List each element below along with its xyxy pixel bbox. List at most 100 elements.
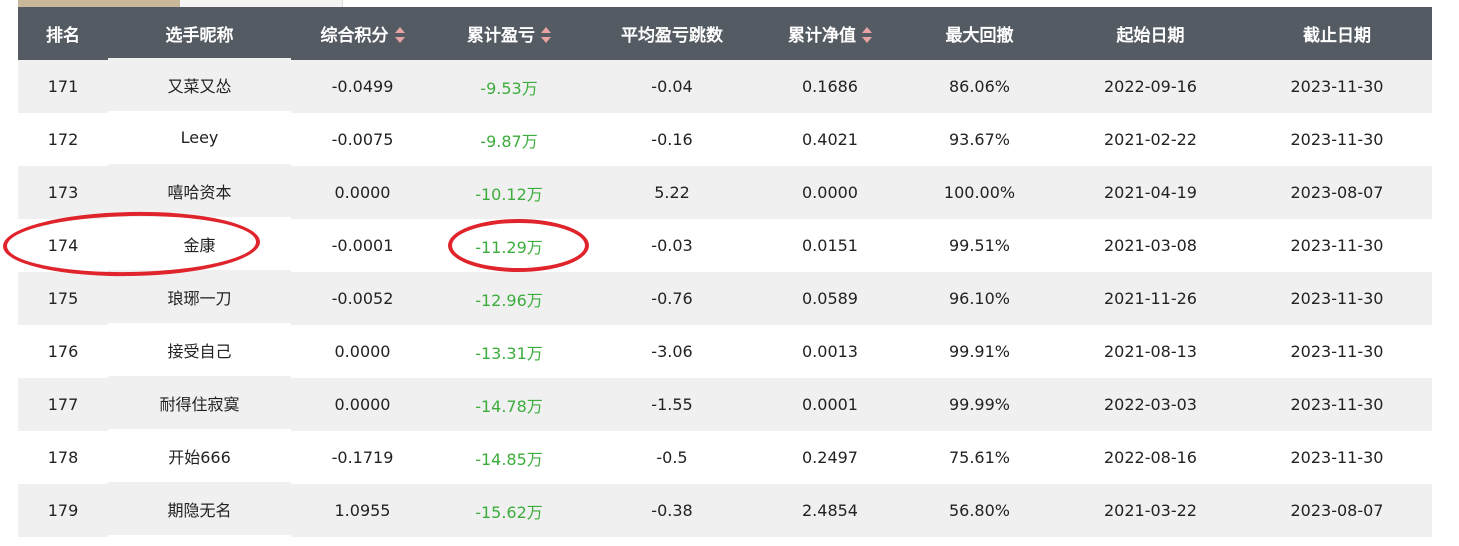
cell-end-date: 2023-11-30: [1290, 448, 1384, 467]
cell-max-drawdown: 99.51%: [948, 236, 1010, 255]
cell-cumulative-pnl: -14.78万: [475, 396, 543, 416]
cell-max-drawdown: 99.99%: [948, 395, 1010, 414]
cell-nav: 0.2497: [802, 448, 858, 467]
header-score[interactable]: 综合积分: [291, 7, 434, 60]
cell-avg-ticks: -0.03: [651, 236, 693, 255]
cell-max-drawdown: 99.91%: [948, 342, 1010, 361]
cell-start-date: 2021-11-26: [1104, 289, 1197, 308]
cell-cumulative-pnl: -12.96万: [475, 290, 543, 310]
cell-cumulative-pnl: -11.29万: [475, 237, 543, 257]
sort-updown-icon[interactable]: [541, 27, 551, 43]
cell-nickname[interactable]: 接受自己: [108, 323, 291, 376]
cell-cumulative-pnl: -10.12万: [475, 184, 543, 204]
cell-end-date: 2023-11-30: [1290, 289, 1384, 308]
cell-score: -0.0499: [331, 77, 394, 96]
ranking-table: 排名 选手昵称 综合积分 累计盈亏 平均盈亏跳数 累计净值 最大回撤 起始日期 …: [18, 7, 1432, 537]
cell-start-date: 2022-03-03: [1104, 395, 1197, 414]
cell-end-date: 2023-11-30: [1290, 395, 1384, 414]
cell-max-drawdown: 75.61%: [948, 448, 1010, 467]
cell-start-date: 2021-03-08: [1104, 236, 1197, 255]
cell-score: 1.0955: [334, 501, 391, 520]
table-row: 177 耐得住寂寞 0.0000 -14.78万 -1.55 0.0001 99…: [18, 378, 1432, 431]
cell-end-date: 2023-08-07: [1290, 501, 1384, 520]
cell-score: -0.0001: [331, 236, 394, 255]
cell-nav: 0.0013: [802, 342, 858, 361]
cell-end-date: 2023-11-30: [1290, 236, 1384, 255]
cell-cumulative-pnl: -15.62万: [475, 502, 543, 522]
cell-avg-ticks: -1.55: [651, 395, 693, 414]
cell-avg-ticks: -0.16: [651, 130, 693, 149]
cell-rank: 179: [47, 501, 79, 520]
cell-nav: 0.0000: [802, 183, 858, 202]
cell-rank: 178: [47, 448, 79, 467]
cell-nickname[interactable]: Leey: [108, 111, 291, 164]
cell-rank: 171: [47, 77, 79, 96]
cell-end-date: 2023-11-30: [1290, 77, 1384, 96]
tab-inactive[interactable]: [180, 0, 343, 7]
table-row: 173 嘻哈资本 0.0000 -10.12万 5.22 0.0000 100.…: [18, 166, 1432, 219]
cell-cumulative-pnl: -9.53万: [480, 78, 538, 98]
table-row: 179 期隐无名 1.0955 -15.62万 -0.38 2.4854 56.…: [18, 484, 1432, 537]
table-row: 176 接受自己 0.0000 -13.31万 -3.06 0.0013 99.…: [18, 325, 1432, 378]
header-avg-ticks: 平均盈亏跳数: [621, 26, 723, 46]
table-row: 175 琅琊一刀 -0.0052 -12.96万 -0.76 0.0589 96…: [18, 272, 1432, 325]
cell-nav: 0.1686: [802, 77, 858, 96]
header-rank: 排名: [46, 26, 80, 46]
cell-avg-ticks: -0.04: [651, 77, 693, 96]
cell-nickname[interactable]: 琅琊一刀: [108, 270, 291, 323]
table-row: 178 开始666 -0.1719 -14.85万 -0.5 0.2497 75…: [18, 431, 1432, 484]
cell-nickname[interactable]: 又菜又怂: [108, 58, 291, 111]
cell-end-date: 2023-08-07: [1290, 183, 1384, 202]
cell-max-drawdown: 93.67%: [948, 130, 1010, 149]
ranking-page: 排名 选手昵称 综合积分 累计盈亏 平均盈亏跳数 累计净值 最大回撤 起始日期 …: [0, 0, 1459, 546]
cell-avg-ticks: -0.76: [651, 289, 693, 308]
cell-nav: 0.0001: [802, 395, 858, 414]
cell-nav: 0.0151: [802, 236, 858, 255]
header-max-drawdown: 最大回撤: [945, 26, 1014, 46]
header-nav[interactable]: 累计净值: [760, 7, 900, 60]
cell-score: 0.0000: [334, 183, 391, 202]
cell-start-date: 2021-08-13: [1104, 342, 1197, 361]
cell-score: -0.0075: [331, 130, 394, 149]
cell-nickname[interactable]: 嘻哈资本: [108, 164, 291, 217]
cell-nav: 0.4021: [802, 130, 858, 149]
cell-rank: 177: [47, 395, 79, 414]
cell-nickname[interactable]: 开始666: [108, 429, 291, 482]
cell-start-date: 2021-04-19: [1104, 183, 1197, 202]
cell-start-date: 2022-09-16: [1104, 77, 1197, 96]
cell-avg-ticks: -3.06: [651, 342, 693, 361]
cell-rank: 172: [47, 130, 79, 149]
cell-avg-ticks: -0.38: [651, 501, 693, 520]
cell-rank: 174: [47, 236, 79, 255]
cell-nickname[interactable]: 金康: [108, 217, 291, 270]
table-row: 172 Leey -0.0075 -9.87万 -0.16 0.4021 93.…: [18, 113, 1432, 166]
cell-nav: 0.0589: [802, 289, 858, 308]
cell-nickname[interactable]: 期隐无名: [108, 482, 291, 535]
cell-score: -0.0052: [331, 289, 394, 308]
header-nickname: 选手昵称: [165, 26, 234, 46]
cell-nav: 2.4854: [802, 501, 858, 520]
cell-start-date: 2022-08-16: [1104, 448, 1197, 467]
tab-active[interactable]: [18, 0, 180, 7]
cell-max-drawdown: 100.00%: [943, 183, 1016, 202]
cell-max-drawdown: 56.80%: [948, 501, 1010, 520]
cell-cumulative-pnl: -14.85万: [475, 449, 543, 469]
cell-cumulative-pnl: -9.87万: [480, 131, 538, 151]
cell-avg-ticks: 5.22: [654, 183, 690, 202]
sort-updown-icon[interactable]: [862, 27, 872, 43]
cell-score: 0.0000: [334, 395, 391, 414]
table-row: 171 又菜又怂 -0.0499 -9.53万 -0.04 0.1686 86.…: [18, 60, 1432, 113]
tab-strip: [18, 0, 1432, 7]
cell-rank: 176: [47, 342, 79, 361]
cell-score: -0.1719: [331, 448, 394, 467]
header-cumulative-pnl[interactable]: 累计盈亏: [434, 7, 584, 60]
cell-end-date: 2023-11-30: [1290, 130, 1384, 149]
cell-avg-ticks: -0.5: [656, 448, 688, 467]
table-header-row: 排名 选手昵称 综合积分 累计盈亏 平均盈亏跳数 累计净值 最大回撤 起始日期 …: [18, 7, 1432, 60]
cell-nickname[interactable]: 耐得住寂寞: [108, 376, 291, 429]
header-start-date: 起始日期: [1116, 26, 1185, 46]
sort-updown-icon[interactable]: [394, 27, 405, 43]
cell-rank: 175: [47, 289, 79, 308]
cell-cumulative-pnl: -13.31万: [475, 343, 543, 363]
cell-rank: 173: [47, 183, 79, 202]
